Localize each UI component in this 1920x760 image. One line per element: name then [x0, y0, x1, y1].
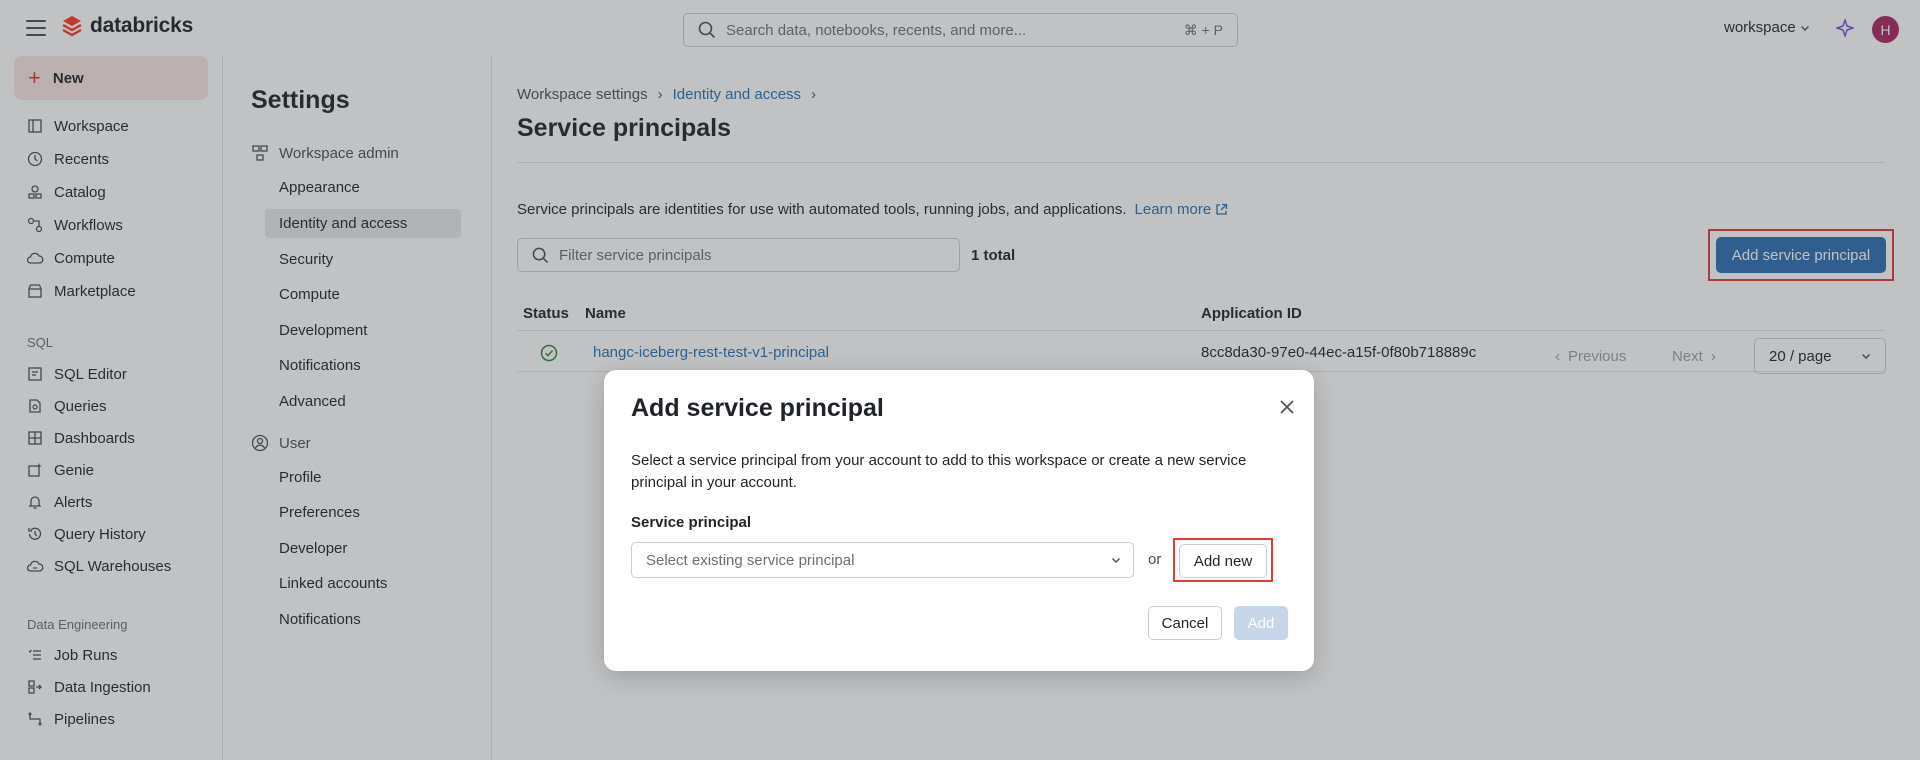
dialog-title: Add service principal	[631, 394, 884, 422]
close-icon[interactable]	[1278, 398, 1296, 416]
cancel-button[interactable]: Cancel	[1148, 606, 1222, 640]
app-window: databricks Search data, notebooks, recen…	[0, 0, 1920, 760]
chevron-down-icon	[1112, 558, 1120, 563]
service-principal-select[interactable]: Select existing service principal	[631, 542, 1134, 578]
add-button[interactable]: Add	[1234, 606, 1288, 640]
or-separator: or	[1148, 551, 1162, 568]
service-principal-label: Service principal	[631, 514, 752, 531]
dialog-description: Select a service principal from your acc…	[631, 452, 1247, 491]
highlight-box	[1173, 538, 1273, 582]
select-placeholder: Select existing service principal	[646, 551, 855, 569]
add-service-principal-dialog: Add service principal Select a service p…	[604, 370, 1314, 671]
